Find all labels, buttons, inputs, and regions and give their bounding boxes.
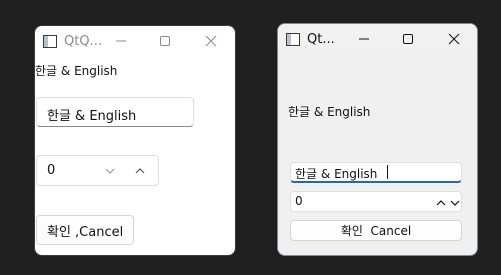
minimize-icon — [359, 38, 369, 40]
maximize-icon — [160, 36, 170, 46]
line-edit[interactable]: 한글 & English — [36, 97, 194, 127]
maximize-button[interactable] — [388, 24, 428, 54]
confirm-cancel-button[interactable]: 확인 Cancel — [290, 220, 462, 241]
minimize-button[interactable] — [101, 26, 141, 56]
confirm-cancel-button[interactable]: 확인 ,Cancel — [36, 215, 134, 245]
right-window: Qt... 한글 & English 한글 & English 0 확인 Can… — [278, 24, 477, 255]
text-cursor — [387, 165, 388, 179]
close-button[interactable] — [191, 26, 231, 56]
close-button[interactable] — [434, 24, 474, 54]
window-title: QtQ... — [64, 33, 102, 49]
spin-box-value: 0 — [295, 194, 303, 208]
button-label: 확인 Cancel — [340, 224, 412, 238]
close-icon — [448, 33, 460, 45]
close-icon — [205, 35, 217, 47]
spin-box-value: 0 — [47, 163, 56, 178]
spin-box[interactable]: 0 — [36, 155, 159, 186]
minimize-button[interactable] — [344, 24, 384, 54]
chevron-down-icon[interactable] — [105, 167, 115, 175]
spin-box[interactable]: 0 — [290, 191, 462, 212]
chevron-down-icon[interactable] — [450, 199, 460, 207]
left-window: QtQ... 한글 & English 한글 & English 0 확인 ,C… — [35, 26, 235, 255]
chevron-up-icon[interactable] — [436, 199, 446, 207]
app-icon — [286, 32, 300, 46]
maximize-icon — [403, 34, 413, 44]
maximize-button[interactable] — [145, 26, 185, 56]
line-edit[interactable]: 한글 & English — [290, 162, 462, 183]
button-label: 확인 ,Cancel — [47, 224, 124, 240]
chevron-up-icon[interactable] — [135, 167, 145, 175]
window-title: Qt... — [307, 31, 335, 47]
app-icon — [43, 34, 57, 48]
line-edit-value: 한글 & English — [295, 167, 378, 181]
minimize-icon — [116, 40, 126, 42]
label-text: 한글 & English — [288, 105, 371, 119]
line-edit-value: 한글 & English — [47, 109, 137, 124]
label-text: 한글 & English — [35, 64, 118, 78]
